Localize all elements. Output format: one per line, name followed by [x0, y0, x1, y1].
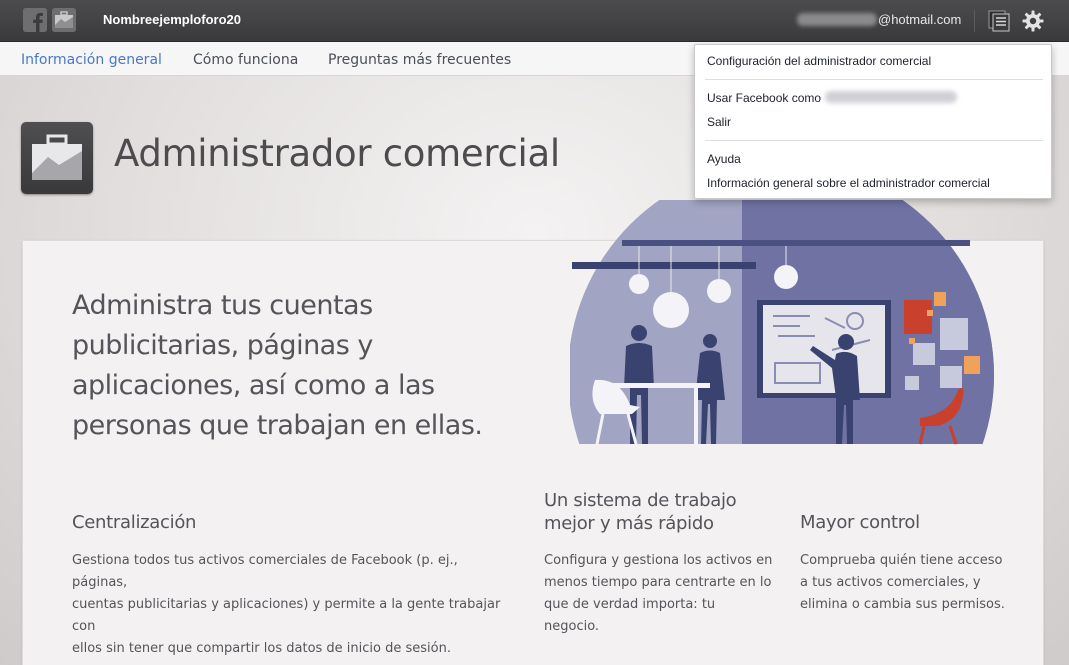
feature-text-line: menos tiempo para centrarte en lo: [544, 575, 772, 590]
menu-item-overview[interactable]: Información general sobre el administrad…: [707, 176, 990, 190]
briefcase-icon[interactable]: [52, 8, 76, 32]
topbar-divider: [974, 10, 975, 32]
tab-overview[interactable]: Información general: [21, 52, 162, 68]
feature-text-line: Configura y gestiona los activos en: [544, 553, 773, 568]
feature-text-line: que de verdad importa: tu negocio.: [544, 597, 716, 634]
feature-text-faster-system: Configura y gestiona los activos en meno…: [544, 550, 774, 638]
hero-line: Administra tus cuentas: [72, 290, 373, 321]
business-manager-logo-icon: [21, 122, 93, 194]
feature-title-faster-system: Un sistema de trabajo mejor y más rápido: [544, 489, 737, 535]
feature-title-line: Mayor control: [800, 512, 920, 533]
hero-line: aplicaciones, así como a las: [72, 370, 435, 401]
feature-text-line: elimina o cambia sus permisos.: [800, 597, 1005, 612]
gear-icon[interactable]: [1021, 9, 1045, 33]
feature-text-line: a tus activos comerciales, y: [800, 575, 981, 590]
menu-item-logout[interactable]: Salir: [707, 115, 731, 129]
page-title: Administrador comercial: [114, 132, 560, 175]
facebook-logo-icon[interactable]: [23, 8, 47, 32]
settings-dropdown-menu: Configuración del administrador comercia…: [694, 44, 1052, 199]
hero-headline: Administra tus cuentas publicitarias, pá…: [72, 286, 522, 446]
account-email[interactable]: @hotmail.com: [878, 12, 961, 27]
feature-text-line: Gestiona todos tus activos comerciales d…: [72, 553, 458, 590]
list-icon[interactable]: [988, 10, 1010, 32]
user-name-redacted: [825, 91, 957, 103]
hero-line: personas que trabajan en ellas.: [72, 410, 483, 441]
feature-title-more-control: Mayor control: [800, 511, 920, 534]
menu-item-help[interactable]: Ayuda: [707, 152, 741, 166]
email-user-redacted: [797, 13, 877, 26]
feature-title-line: Un sistema de trabajo: [544, 490, 737, 511]
feature-title-line: Centralización: [72, 512, 197, 533]
feature-title-line: mejor y más rápido: [544, 513, 714, 534]
feature-text-line: ellos sin tener que compartir los datos …: [72, 641, 451, 656]
menu-divider: [705, 79, 1043, 80]
office-illustration: [570, 200, 994, 450]
feature-text-more-control: Comprueba quién tiene acceso a tus activ…: [800, 550, 1020, 616]
menu-divider: [705, 140, 1043, 141]
feature-text-line: cuentas publicitarias y aplicaciones) y …: [72, 597, 501, 634]
hero-line: publicitarias, páginas y: [72, 330, 373, 361]
feature-title-centralization: Centralización: [72, 511, 196, 534]
menu-item-use-facebook-as[interactable]: Usar Facebook como: [707, 91, 821, 105]
business-account-name[interactable]: Nombreejemploforo20: [103, 12, 241, 27]
tab-how-it-works[interactable]: Cómo funciona: [193, 52, 298, 68]
top-bar: Nombreejemploforo20 @hotmail.com: [0, 0, 1069, 42]
tab-faq[interactable]: Preguntas más frecuentes: [328, 52, 511, 68]
feature-text-line: Comprueba quién tiene acceso: [800, 553, 1003, 568]
menu-item-business-settings[interactable]: Configuración del administrador comercia…: [707, 54, 931, 68]
feature-text-centralization: Gestiona todos tus activos comerciales d…: [72, 550, 512, 660]
